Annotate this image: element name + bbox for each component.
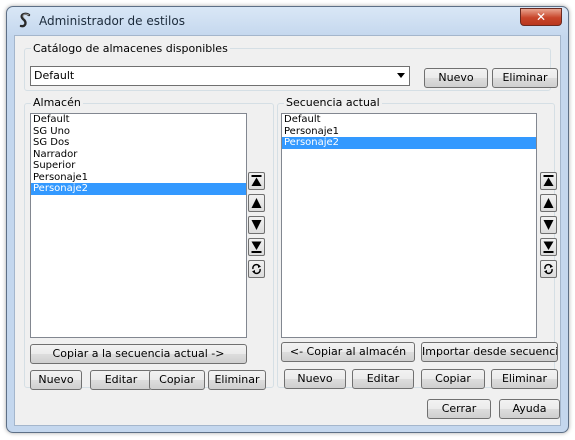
store-list-items: Default SG Uno SG Dos Narrador Superior Perso… (31, 114, 246, 195)
sequence-edit-button[interactable]: Editar (352, 369, 414, 389)
refresh-icon (544, 263, 553, 275)
move-up-icon (251, 198, 262, 208)
title-bar[interactable]: Administrador de estilos ✕ (7, 7, 568, 35)
move-down-icon (543, 220, 554, 230)
store-delete-button[interactable]: Eliminar (208, 370, 266, 390)
store-copy-button[interactable]: Copiar (149, 370, 205, 390)
list-item[interactable]: Personaje1 (282, 126, 536, 138)
copy-to-sequence-button[interactable]: Copiar a la secuencia actual -> (30, 344, 247, 364)
store-new-button[interactable]: Nuevo (30, 370, 82, 390)
refresh-icon (252, 263, 261, 275)
style-manager-window: Administrador de estilos ✕ Catálogo de a… (6, 6, 569, 433)
move-bottom-icon (543, 241, 554, 253)
move-top-icon (543, 175, 554, 186)
list-item[interactable]: Personaje2 (31, 183, 246, 195)
chevron-down-icon[interactable] (397, 73, 405, 78)
catalog-new-button[interactable]: Nuevo (424, 68, 488, 88)
sequence-move-down-button[interactable] (540, 216, 557, 234)
sequence-list-items: Default Personaje1 Personaje2 (282, 114, 536, 149)
list-item[interactable]: Narrador (31, 149, 246, 161)
store-label: Almacén (31, 96, 83, 109)
sequence-move-bottom-button[interactable] (540, 238, 557, 256)
store-listbox[interactable]: Default SG Uno SG Dos Narrador Superior Perso… (30, 113, 247, 338)
import-from-sequence-button[interactable]: Importar desde secuencia... (421, 342, 558, 362)
sequence-listbox[interactable]: Default Personaje1 Personaje2 (281, 113, 537, 338)
close-button[interactable]: Cerrar (427, 399, 491, 419)
sequence-new-button[interactable]: Nuevo (284, 369, 346, 389)
move-up-icon (543, 198, 554, 208)
copy-to-store-button[interactable]: <- Copiar al almacén (281, 342, 415, 362)
move-down-icon (251, 220, 262, 230)
sequence-move-top-button[interactable] (540, 172, 557, 190)
store-move-top-button[interactable] (248, 172, 265, 190)
move-top-icon (251, 175, 262, 186)
store-edit-button[interactable]: Editar (90, 370, 152, 390)
sequence-delete-button[interactable]: Eliminar (491, 369, 558, 389)
list-item[interactable]: Personaje1 (31, 172, 246, 184)
list-item[interactable]: Default (31, 114, 246, 126)
catalog-selected-value: Default (34, 69, 75, 82)
list-item[interactable]: Personaje2 (282, 137, 536, 149)
sequence-move-up-button[interactable] (540, 194, 557, 212)
window-title: Administrador de estilos (39, 14, 185, 28)
list-item[interactable]: SG Dos (31, 137, 246, 149)
store-move-up-button[interactable] (248, 194, 265, 212)
store-refresh-button[interactable] (248, 260, 265, 278)
sequence-refresh-button[interactable] (540, 260, 557, 278)
list-item[interactable]: SG Uno (31, 126, 246, 138)
close-window-button[interactable]: ✕ (520, 8, 562, 26)
list-item[interactable]: Default (282, 114, 536, 126)
move-bottom-icon (251, 241, 262, 253)
sequence-label: Secuencia actual (284, 96, 382, 109)
catalog-combobox[interactable]: Default (30, 66, 410, 86)
store-move-bottom-button[interactable] (248, 238, 265, 256)
sequence-copy-button[interactable]: Copiar (421, 369, 485, 389)
help-button[interactable]: Ayuda (499, 399, 560, 419)
list-item[interactable]: Superior (31, 160, 246, 172)
catalog-delete-button[interactable]: Eliminar (492, 68, 558, 88)
style-s-icon (19, 12, 31, 28)
store-move-down-button[interactable] (248, 216, 265, 234)
catalog-label: Catálogo de almacenes disponibles (31, 42, 230, 55)
dialog-client-area: Catálogo de almacenes disponibles Defaul… (14, 35, 561, 426)
